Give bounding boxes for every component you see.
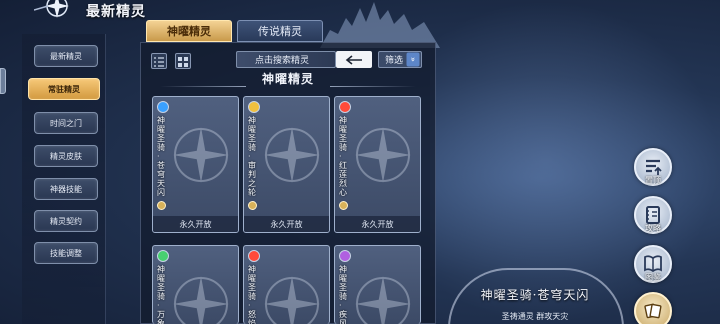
tab-legendary[interactable]: 传说精灵	[237, 20, 323, 42]
fire-element-icon	[248, 250, 260, 262]
search-input[interactable]: 点击搜索精灵	[236, 51, 336, 68]
sidebar-item-time-gate[interactable]: 时间之门	[34, 112, 98, 134]
compass-emblem-icon	[173, 127, 229, 183]
spirit-card[interactable]: 神曜圣骑·审判之轮 永久开放	[243, 96, 330, 233]
chevron-down-icon: »	[406, 52, 420, 67]
badge-icon	[248, 201, 257, 210]
compass-emblem-icon	[355, 127, 411, 183]
cards-icon	[644, 303, 662, 319]
badge-icon	[339, 201, 348, 210]
light-element-icon	[248, 101, 260, 113]
pin-top-icon	[646, 159, 662, 175]
badge-icon	[157, 201, 166, 210]
cards-button[interactable]	[634, 292, 672, 324]
sidebar-item-newest[interactable]: 最新精灵	[34, 45, 98, 67]
guide-label: 攻略	[645, 224, 661, 233]
page-title: 最新精灵	[86, 4, 146, 20]
spirit-name: 神曜圣骑·万象	[157, 265, 165, 324]
book-icon	[644, 255, 662, 273]
pin-top-label: 置顶	[645, 176, 661, 185]
codex-label: 图鉴	[645, 273, 661, 282]
card-status: 永久开放	[244, 216, 329, 232]
compass-logo-icon	[34, 0, 69, 18]
sidebar-item-skins[interactable]: 精灵皮肤	[34, 145, 98, 167]
castle-silhouette	[320, 2, 440, 48]
collapse-tab[interactable]	[0, 68, 6, 94]
spirit-name: 神曜圣骑·疾风	[339, 265, 347, 324]
search-submit-button[interactable]	[336, 51, 372, 68]
spirit-card[interactable]: 神曜圣骑·苍穹天闪 永久开放	[152, 96, 239, 233]
water-element-icon	[157, 101, 169, 113]
tab-shenyao[interactable]: 神曜精灵	[146, 20, 232, 42]
filter-label: 筛选	[385, 56, 404, 66]
compass-emblem-icon	[264, 276, 320, 324]
sidebar-item-artifact-skills[interactable]: 神器技能	[34, 178, 98, 200]
featured-subtitle: 圣祷通灵 群攻天灾	[501, 312, 569, 321]
compass-emblem-icon	[355, 276, 411, 324]
spirit-name: 神曜圣骑·怒焰	[248, 265, 256, 324]
grass-element-icon	[157, 250, 169, 262]
spirit-card[interactable]: 神曜圣骑·疾风	[334, 245, 421, 324]
compass-emblem-icon	[264, 127, 320, 183]
spirit-name: 神曜圣骑·审判之轮	[248, 116, 256, 197]
sidebar-item-permanent[interactable]: 常驻精灵	[28, 78, 100, 100]
spirit-name: 神曜圣骑·苍穹天闪	[157, 116, 165, 197]
card-status: 永久开放	[153, 216, 238, 232]
featured-spirit-name: 神曜圣骑·苍穹天闪	[480, 288, 590, 302]
dark-element-icon	[339, 250, 351, 262]
spirit-card[interactable]: 神曜圣骑·红莲烈心 永久开放	[334, 96, 421, 233]
section-title: 神曜精灵	[261, 72, 314, 86]
fire-element-icon	[339, 101, 351, 113]
compass-emblem-icon	[173, 276, 229, 324]
filter-button[interactable]: 筛选 »	[378, 51, 422, 68]
list-view-icon[interactable]	[151, 53, 167, 69]
grid-view-icon[interactable]	[175, 53, 191, 69]
sidebar-item-skill-adjust[interactable]: 技能调整	[34, 242, 98, 264]
spirit-name: 神曜圣骑·红莲烈心	[339, 116, 347, 197]
card-status: 永久开放	[335, 216, 420, 232]
arrow-left-icon	[345, 54, 362, 65]
notebook-icon	[646, 206, 660, 224]
spirit-card[interactable]: 神曜圣骑·万象	[152, 245, 239, 324]
sidebar-item-contract[interactable]: 精灵契约	[34, 210, 98, 232]
spirit-card[interactable]: 神曜圣骑·怒焰	[243, 245, 330, 324]
